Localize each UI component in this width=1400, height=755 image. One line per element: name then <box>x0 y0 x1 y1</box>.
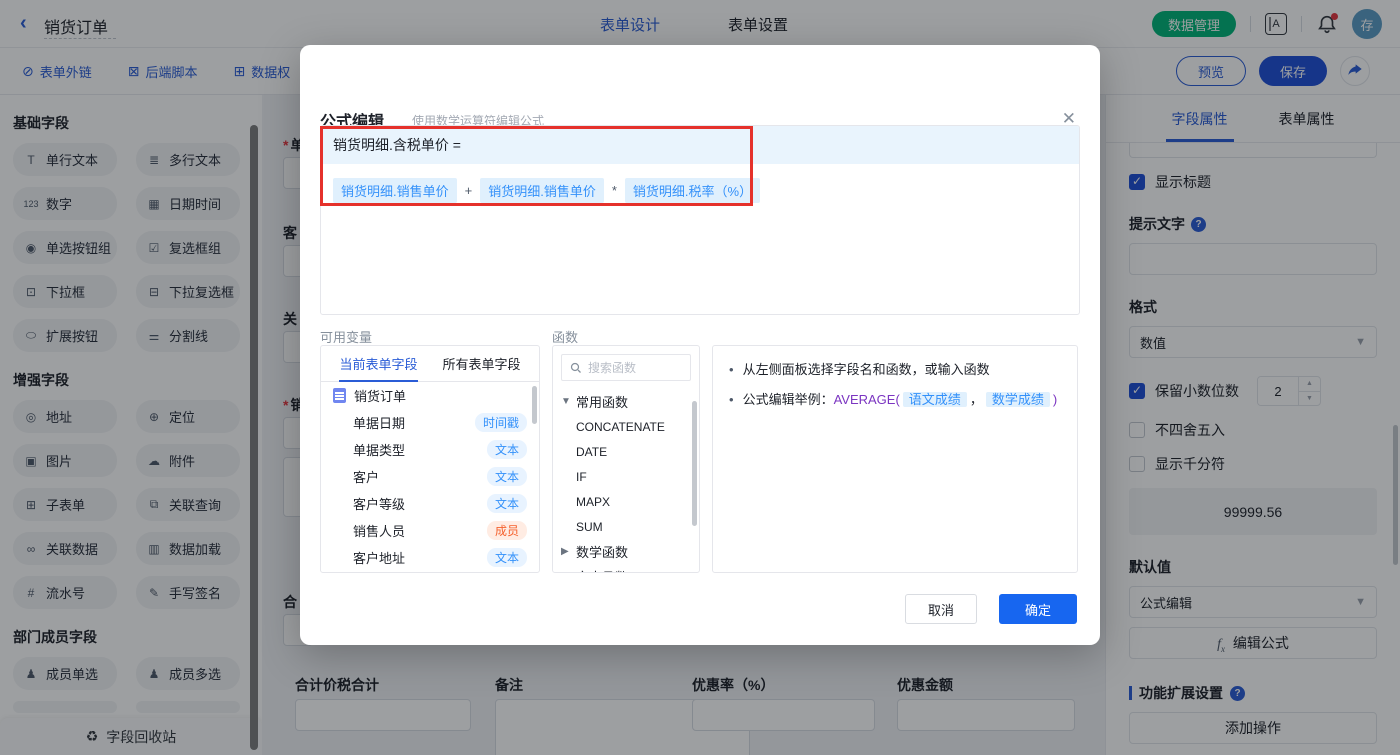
search-icon <box>570 362 582 374</box>
help-line-2: • 公式编辑举例：AVERAGE(语文成绩，数学成绩) <box>729 390 1061 410</box>
function-group-label: 常用函数 <box>576 392 628 411</box>
example-fn-open: AVERAGE( <box>834 392 900 407</box>
function-group-common[interactable]: ▼ 常用函数 <box>553 389 699 414</box>
variable-row-bill-type[interactable]: 单据类型 文本 <box>321 436 539 463</box>
variables-panel: 当前表单字段 所有表单字段 销货订单 单据日期 时间戳 单据类型 文本 客户 文… <box>320 345 540 573</box>
variable-name: 销售人员 <box>353 521 405 540</box>
chevron-right-icon: ▶ <box>561 571 571 573</box>
variables-panel-label: 可用变量 <box>320 327 372 346</box>
help-line-1: • 从左侧面板选择字段名和函数，或输入函数 <box>729 360 1061 380</box>
variable-row-customer-address[interactable]: 客户地址 文本 <box>321 544 539 571</box>
formula-field-chip[interactable]: 销货明细.税率（%） <box>625 178 760 203</box>
formula-expression[interactable]: 销货明细.销售单价 + 销货明细.销售单价 * 销货明细.税率（%） <box>321 164 1079 217</box>
variable-row-bill-date[interactable]: 单据日期 时间戳 <box>321 409 539 436</box>
example-field-chip: 数学成绩 <box>986 392 1050 407</box>
variable-name: 客户 <box>353 467 379 486</box>
variable-name: 客户地址 <box>353 548 405 567</box>
app-root: ‹ 销货订单 表单设计 表单设置 数据管理 A 存 ⊘ 表单外链 ⊠ <box>0 0 1400 755</box>
tree-root-label: 销货订单 <box>354 386 406 405</box>
variable-row-customer-level[interactable]: 客户等级 文本 <box>321 490 539 517</box>
variable-name: 单据类型 <box>353 440 405 459</box>
chevron-down-icon: ▼ <box>561 396 571 407</box>
cancel-button[interactable]: 取消 <box>905 594 977 624</box>
function-group-math[interactable]: ▶ 数学函数 <box>553 539 699 564</box>
chevron-right-icon: ▶ <box>561 546 571 557</box>
variable-row-customer[interactable]: 客户 文本 <box>321 463 539 490</box>
help-example: 公式编辑举例：AVERAGE(语文成绩，数学成绩) <box>743 390 1058 410</box>
type-badge: 文本 <box>487 467 527 486</box>
dialog-footer: 取消 确定 <box>300 594 1100 624</box>
formula-editor[interactable]: 销货明细.含税单价 = 销货明细.销售单价 + 销货明细.销售单价 * 销货明细… <box>320 125 1080 315</box>
variable-name: 单据日期 <box>353 413 405 432</box>
functions-panel-label: 函数 <box>552 327 578 346</box>
tab-all-form-fields[interactable]: 所有表单字段 <box>442 346 520 382</box>
function-group-text[interactable]: ▶ 文本函数 <box>553 564 699 573</box>
function-search <box>561 354 691 381</box>
variables-tabs: 当前表单字段 所有表单字段 <box>321 346 539 382</box>
type-badge: 文本 <box>487 440 527 459</box>
bullet-dot: • <box>729 390 734 410</box>
example-fn-close: ) <box>1053 392 1057 407</box>
formula-field-chip[interactable]: 销货明细.销售单价 <box>480 178 604 203</box>
function-item-if[interactable]: IF <box>553 464 699 489</box>
function-item-date[interactable]: DATE <box>553 439 699 464</box>
function-item-sum[interactable]: SUM <box>553 514 699 539</box>
help-text: 从左侧面板选择字段名和函数，或输入函数 <box>743 360 990 380</box>
function-item-mapx[interactable]: MAPX <box>553 489 699 514</box>
variable-name: 客户等级 <box>353 494 405 513</box>
type-badge: 文本 <box>487 548 527 567</box>
tab-current-form-fields[interactable]: 当前表单字段 <box>339 346 417 382</box>
formula-target-bar: 销货明细.含税单价 = <box>321 126 1079 164</box>
example-prefix: 公式编辑举例： <box>743 392 834 407</box>
function-search-input[interactable] <box>588 361 674 375</box>
multiply-operator: * <box>612 183 617 198</box>
example-comma: ， <box>970 392 983 407</box>
type-badge: 文本 <box>487 494 527 513</box>
function-group-label: 文本函数 <box>576 567 628 573</box>
functions-scrollbar[interactable] <box>692 401 697 526</box>
functions-panel: ▼ 常用函数 CONCATENATE DATE IF MAPX SUM ▶ 数学… <box>552 345 700 573</box>
formula-field-chip[interactable]: 销货明细.销售单价 <box>333 178 457 203</box>
tree-root-row[interactable]: 销货订单 <box>321 382 539 409</box>
document-icon <box>333 388 346 403</box>
plus-operator: + <box>465 183 473 198</box>
help-panel: • 从左侧面板选择字段名和函数，或输入函数 • 公式编辑举例：AVERAGE(语… <box>712 345 1078 573</box>
type-badge: 成员 <box>487 521 527 540</box>
function-item-concatenate[interactable]: CONCATENATE <box>553 414 699 439</box>
variables-scrollbar[interactable] <box>532 386 537 424</box>
type-badge: 时间戳 <box>475 413 527 432</box>
confirm-button[interactable]: 确定 <box>999 594 1077 624</box>
variable-row-salesperson[interactable]: 销售人员 成员 <box>321 517 539 544</box>
formula-edit-dialog: 公式编辑 使用数学运算符编辑公式 ✕ 销货明细.含税单价 = 销货明细.销售单价… <box>300 45 1100 645</box>
bullet-dot: • <box>729 360 734 380</box>
function-group-label: 数学函数 <box>576 542 628 561</box>
example-field-chip: 语文成绩 <box>903 392 967 407</box>
